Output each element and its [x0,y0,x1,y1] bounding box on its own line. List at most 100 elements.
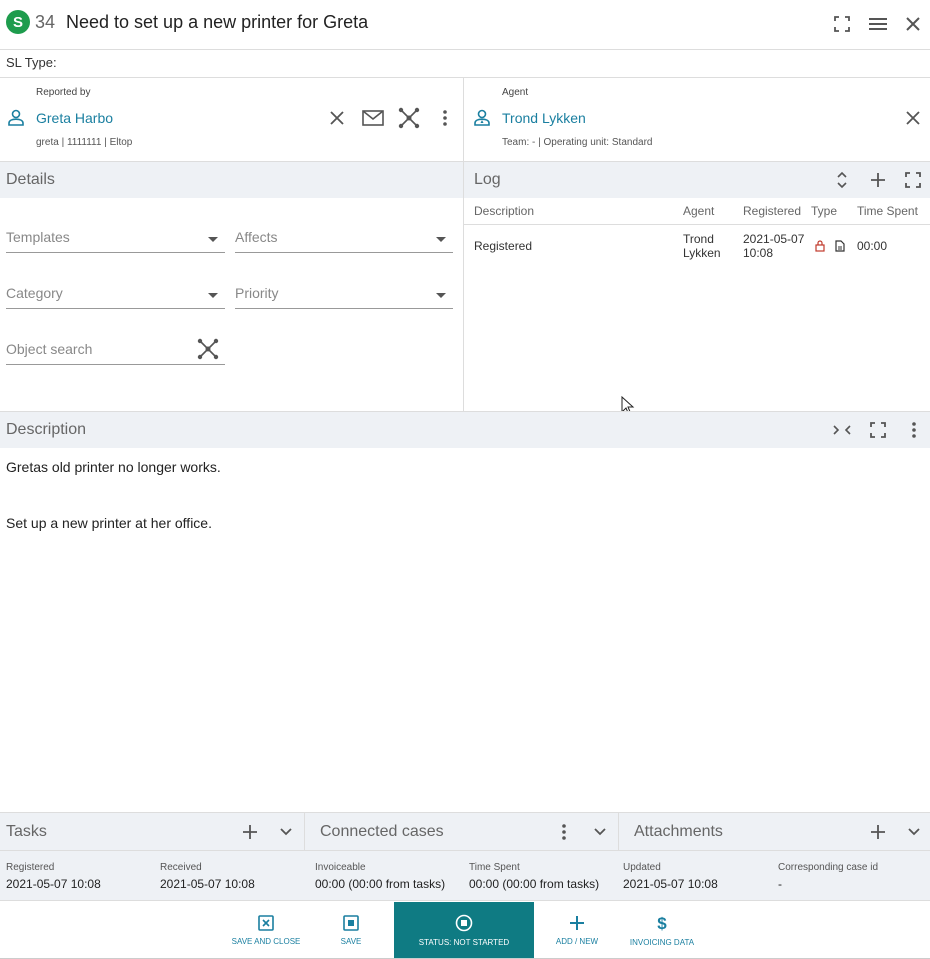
save-button[interactable]: SAVE [322,902,380,958]
info-time-spent-value: 00:00 (00:00 from tasks) [469,877,600,891]
invoicing-data-label: INVOICING DATA [629,937,695,947]
add-log-icon[interactable] [868,170,888,190]
close-icon[interactable] [903,14,923,34]
log-col-time-spent[interactable]: Time Spent [857,204,918,218]
log-col-type[interactable]: Type [811,204,837,218]
save-and-close-label: SAVE AND CLOSE [231,936,301,946]
connected-more-icon[interactable] [557,822,571,842]
page-title: Need to set up a new printer for Greta [66,12,369,32]
save-label: SAVE [340,936,362,946]
mail-icon[interactable] [361,108,385,128]
more-vert-icon[interactable] [438,108,452,128]
log-description: Registered [474,239,533,253]
case-window: S 34 Need to set up a new printer for Gr… [0,0,930,959]
details-header [0,162,463,198]
description-fullscreen-icon[interactable] [869,421,887,439]
fullscreen-icon[interactable] [832,14,852,34]
reported-by-meta: greta | 1111111 | Eltop [36,137,133,148]
log-fullscreen-icon[interactable] [904,171,922,189]
affects-label: Affects [235,229,278,245]
priority-label: Priority [235,285,279,301]
sl-type-label: SL Type: [6,55,57,70]
add-task-icon[interactable] [240,822,260,842]
object-search-label: Object search [6,341,93,357]
category-label: Category [6,285,63,301]
info-corresponding-value: - [778,877,782,891]
divider [0,77,930,78]
log-header-divider [464,224,930,225]
menu-icon[interactable] [866,14,890,34]
info-invoiceable-label: Invoiceable [315,862,366,873]
reported-by-name[interactable]: Greta Harbo [36,110,113,126]
status-button[interactable]: STATUS: NOT STARTED [394,902,534,958]
details-title: Details [6,171,55,188]
status-label: STATUS: NOT STARTED [418,937,510,947]
agent-meta: Team: - | Operating unit: Standard [502,137,653,148]
clear-reporter-icon[interactable] [327,108,347,128]
stop-circle-icon [455,914,473,931]
reported-by-label: Reported by [36,87,91,98]
hierarchy-icon[interactable] [397,106,421,130]
info-updated-value: 2021-05-07 10:08 [623,877,718,891]
plus-icon [570,915,584,930]
info-received-value: 2021-05-07 10:08 [160,877,255,891]
attachments-title[interactable]: Attachments [634,823,723,841]
description-line: Set up a new printer at her office. [6,515,212,531]
log-col-registered[interactable]: Registered [743,204,801,218]
chevron-down-icon [436,237,446,242]
dollar-icon: $ [657,914,667,932]
log-registered-date: 2021-05-07 [743,232,805,246]
category-select[interactable]: Category [6,285,225,309]
object-search-input[interactable]: Object search [6,338,225,365]
invoicing-data-button[interactable]: $ INVOICING DATA [624,902,700,958]
add-attachment-icon[interactable] [868,822,888,842]
log-time-spent: 00:00 [857,239,888,253]
chevron-down-icon[interactable] [591,822,609,842]
chevron-down-icon[interactable] [905,822,923,842]
templates-select[interactable]: Templates [6,229,225,253]
description-more-icon[interactable] [907,421,921,439]
description-header [0,412,930,448]
save-close-icon [258,914,274,931]
info-invoiceable-value: 00:00 (00:00 from tasks) [315,877,446,891]
connected-cases-title[interactable]: Connected cases [320,823,444,841]
log-title: Log [474,171,501,188]
save-and-close-button[interactable]: SAVE AND CLOSE [228,902,304,958]
info-time-spent-label: Time Spent [469,862,520,873]
agent-label: Agent [502,87,529,98]
expand-collapse-icon[interactable] [834,170,850,190]
chevron-down-icon [208,293,218,298]
info-registered-label: Registered [6,862,55,873]
log-agent-last: Lykken [683,246,721,260]
document-icon [835,239,845,257]
collapse-horizontal-icon[interactable] [832,421,852,439]
description-title: Description [6,421,87,438]
bottom-panels-bar [0,812,930,851]
add-new-label: ADD / NEW [555,936,599,946]
info-strip [0,851,930,901]
log-registered-time: 10:08 [743,246,774,260]
info-updated-label: Updated [623,862,661,873]
object-hierarchy-icon[interactable] [196,337,220,361]
log-agent-first: Trond [683,232,714,246]
description-editor[interactable]: Gretas old printer no longer works. Set … [0,448,930,812]
chevron-down-icon [208,237,218,242]
chevron-down-icon[interactable] [277,822,295,842]
log-col-agent[interactable]: Agent [683,204,714,218]
lock-icon [815,239,825,257]
log-col-description[interactable]: Description [474,204,534,218]
tasks-panel-title[interactable]: Tasks [6,823,47,841]
clear-agent-icon[interactable] [903,108,923,128]
person-icon [6,108,26,128]
save-icon [343,914,359,931]
log-header [464,162,930,198]
affects-select[interactable]: Affects [235,229,453,253]
description-line: Gretas old printer no longer works. [6,459,221,475]
priority-select[interactable]: Priority [235,285,453,309]
add-new-button[interactable]: ADD / NEW [548,902,606,958]
chevron-down-icon [436,293,446,298]
agent-name[interactable]: Trond Lykken [502,110,586,126]
table-row[interactable]: Registered Trond Lykken 2021-05-07 10:08… [464,228,930,262]
info-received-label: Received [160,862,202,873]
agent-person-icon [472,108,492,128]
